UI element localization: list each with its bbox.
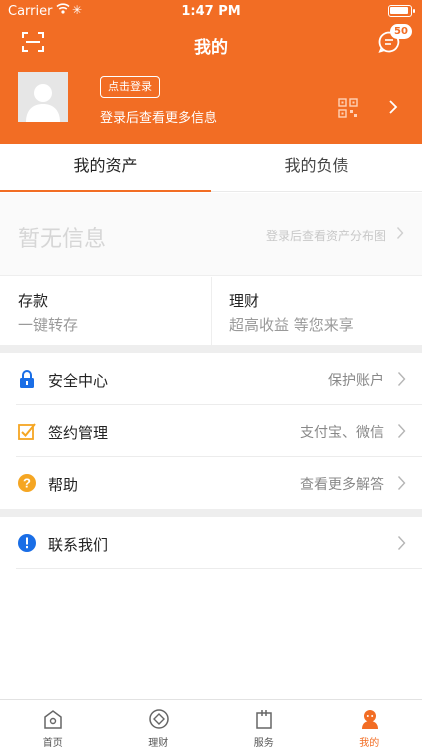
lock-icon <box>20 370 34 388</box>
menu-label: 安全中心 <box>48 372 109 390</box>
login-hint: 登录后查看更多信息 <box>100 111 218 126</box>
asset-tabs: 我的资产 我的负债 <box>0 144 422 192</box>
menu-contact-us[interactable]: 联系我们 <box>0 517 422 569</box>
menu-value: 查看更多解答 <box>300 477 384 493</box>
service-icon <box>256 710 272 729</box>
empty-info-text: 暂无信息 <box>18 227 107 252</box>
chevron-right-icon <box>397 424 406 438</box>
section-gap <box>0 509 422 517</box>
chevron-right-icon <box>396 227 404 239</box>
deposit-subtitle: 一键转存 <box>18 316 79 334</box>
wealth-subtitle: 超高收益 等您来享 <box>229 316 354 334</box>
status-bar: Carrier ✳ 1:47 PM <box>0 0 422 22</box>
battery-icon <box>388 5 415 17</box>
menu-label: 签约管理 <box>48 424 109 442</box>
deposit-title: 存款 <box>18 292 49 310</box>
user-icon <box>361 710 378 729</box>
menu-value: 保护账户 <box>328 373 384 389</box>
chevron-right-icon <box>397 372 406 386</box>
menu-help[interactable]: ? 帮助 查看更多解答 <box>0 457 422 509</box>
tabbar-label: 我的 <box>359 738 380 749</box>
bottom-tab-bar: 首页 理财 服务 我的 <box>0 699 422 750</box>
tabbar-label: 服务 <box>253 738 274 749</box>
svg-text:?: ? <box>23 476 31 491</box>
deposit-entry[interactable]: 存款 一键转存 <box>0 277 211 345</box>
message-badge: 50 <box>390 24 412 39</box>
qr-code-icon[interactable] <box>338 98 358 118</box>
chevron-right-icon <box>397 476 406 490</box>
avatar[interactable] <box>18 72 68 122</box>
quick-entries: 存款 一键转存 理财 超高收益 等您来享 <box>0 277 422 345</box>
wealth-title: 理财 <box>229 292 260 310</box>
login-button[interactable]: 点击登录 <box>100 76 160 98</box>
signed-document-icon <box>18 423 36 440</box>
active-tab-indicator <box>0 190 211 192</box>
page-title: 我的 <box>194 38 228 58</box>
tab-my-assets[interactable]: 我的资产 <box>0 144 211 192</box>
profile-header: Carrier ✳ 1:47 PM 我的 50 点击登录 登录后查看更多信息 <box>0 0 422 144</box>
menu-value: 支付宝、微信 <box>300 425 384 441</box>
tabbar-mine[interactable]: 我的 <box>317 700 422 750</box>
tabbar-wealth[interactable]: 理财 <box>106 700 212 750</box>
tabbar-label: 首页 <box>42 738 63 749</box>
help-icon: ? <box>18 474 36 492</box>
info-alert-icon <box>18 534 36 552</box>
menu-contract-management[interactable]: 签约管理 支付宝、微信 <box>0 405 422 457</box>
wealth-entry[interactable]: 理财 超高收益 等您来享 <box>211 277 422 345</box>
status-time: 1:47 PM <box>181 4 241 19</box>
wealth-icon <box>148 709 169 729</box>
chevron-right-icon <box>397 536 406 550</box>
tabbar-label: 理财 <box>148 738 169 749</box>
default-avatar-icon <box>26 84 60 122</box>
content-background <box>0 571 422 699</box>
asset-summary-empty[interactable]: 暂无信息 登录后查看资产分布图 <box>0 193 422 276</box>
tabbar-home[interactable]: 首页 <box>0 700 106 750</box>
menu-label: 联系我们 <box>48 536 109 554</box>
home-icon <box>44 710 62 729</box>
tabbar-service[interactable]: 服务 <box>211 700 317 750</box>
menu-security-center[interactable]: 安全中心 保护账户 <box>0 353 422 405</box>
asset-distribution-hint: 登录后查看资产分布图 <box>265 229 386 243</box>
menu-label: 帮助 <box>48 476 79 494</box>
tab-my-liabilities[interactable]: 我的负债 <box>211 144 422 192</box>
section-gap <box>0 345 422 353</box>
chevron-right-icon[interactable] <box>388 99 398 115</box>
